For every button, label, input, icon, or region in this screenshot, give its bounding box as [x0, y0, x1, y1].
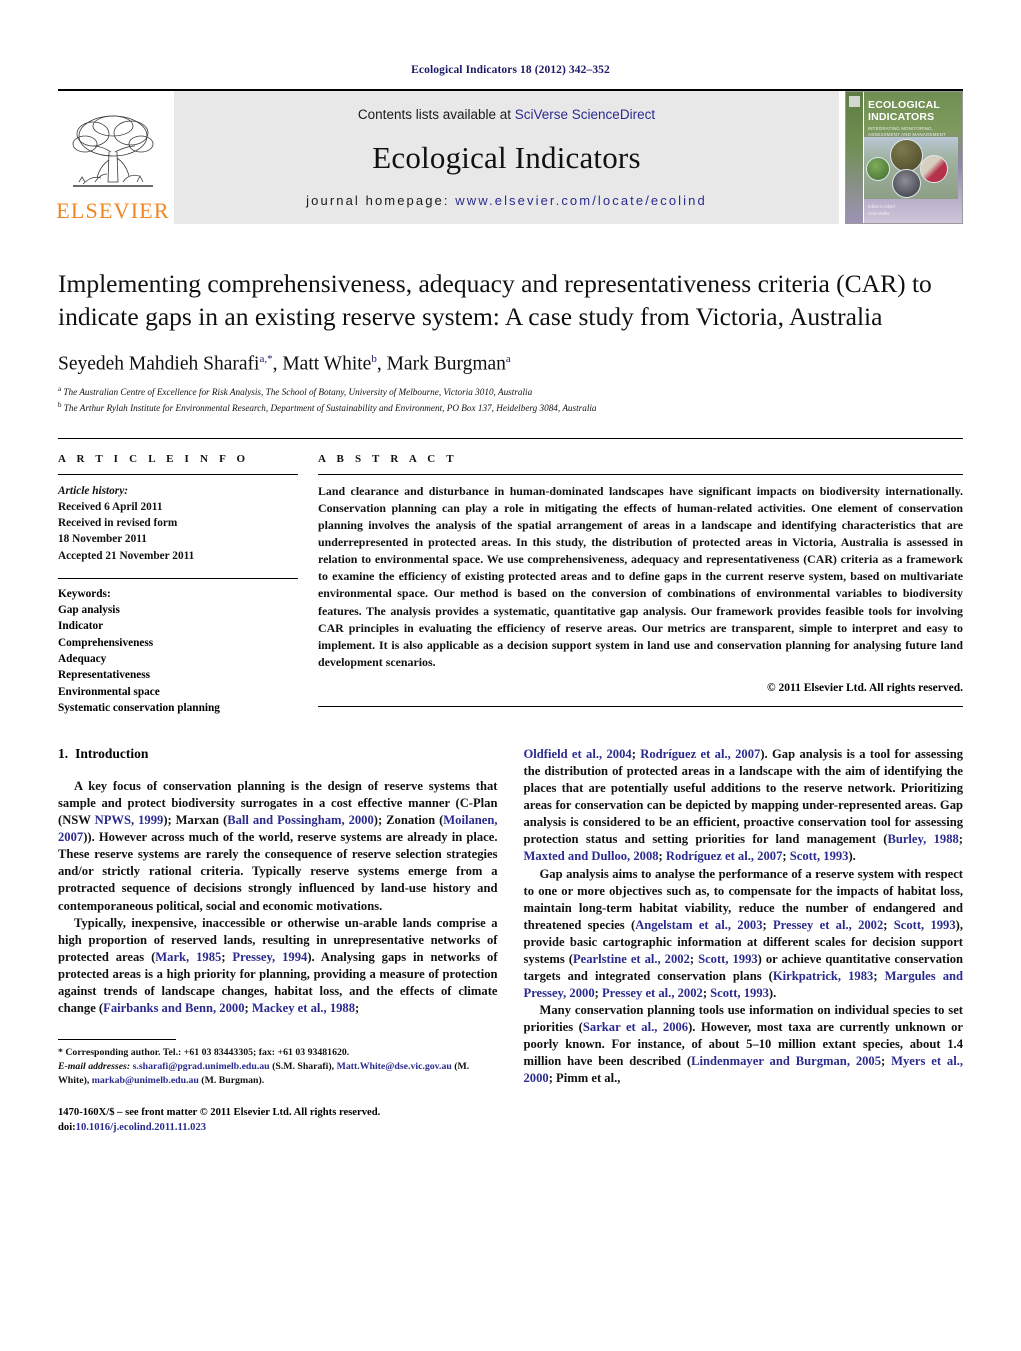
journal-masthead: ELSEVIER Contents lists available at Sci…	[56, 89, 963, 224]
abstract-column: A B S T R A C T Land clearance and distu…	[318, 453, 963, 716]
paragraph: Gap analysis aims to analyse the perform…	[523, 866, 964, 1000]
author-marks-2: b	[371, 352, 377, 365]
body-column-left: 1. Introduction A key focus of conservati…	[58, 746, 498, 1135]
cover-title: ECOLOGICAL INDICATORS	[868, 99, 958, 124]
keyword-item: Comprehensiveness	[58, 636, 154, 649]
history-item: Received 6 April 2011	[58, 500, 163, 513]
footnote-block: * Corresponding author. Tel.: +61 03 834…	[58, 1046, 498, 1089]
section-heading-introduction: 1. Introduction	[58, 746, 498, 762]
affiliation-text-a: The Australian Centre of Excellence for …	[63, 387, 533, 398]
email-link-2[interactable]: Matt.White@dse.vic.gov.au	[337, 1061, 452, 1072]
paper-page: Ecological Indicators 18 (2012) 342–352	[0, 0, 1021, 1351]
section-title: Introduction	[75, 746, 149, 762]
cover-title-line2: INDICATORS	[868, 110, 935, 123]
elsevier-wordmark: ELSEVIER	[56, 198, 170, 223]
journal-banner: Contents lists available at SciVerse Sci…	[174, 91, 839, 224]
running-head: Ecological Indicators 18 (2012) 342–352	[411, 64, 610, 76]
paragraph: A key focus of conservation planning is …	[58, 779, 498, 913]
doi-line: doi:10.1016/j.ecolind.2011.11.023	[58, 1120, 498, 1135]
divider	[318, 473, 963, 475]
affiliation-b: b The Arthur Rylah Institute for Environ…	[58, 400, 963, 416]
abstract-text: Land clearance and disturbance in human-…	[318, 483, 963, 670]
author-name-2: Matt White	[282, 353, 372, 375]
email-owner-3: (M. Burgman).	[198, 1075, 265, 1087]
homepage-link[interactable]: www.elsevier.com/locate/ecolind	[455, 193, 707, 208]
body-columns: 1. Introduction A key focus of conservati…	[58, 746, 963, 1135]
cover-footer: Editor-in-Chief Felix Müller	[868, 204, 895, 217]
info-abstract-section: A R T I C L E I N F O Article history: R…	[58, 437, 963, 716]
affiliation-a: a The Australian Centre of Excellence fo…	[58, 384, 963, 400]
email-label: E-mail addresses:	[58, 1061, 131, 1073]
journal-cover-thumbnail: ECOLOGICAL INDICATORS INTEGRATING MONITO…	[845, 91, 963, 224]
footnote-divider	[58, 1038, 176, 1040]
sciencedirect-link[interactable]: SciVerse ScienceDirect	[515, 107, 655, 122]
history-item: Accepted 21 November 2011	[58, 549, 195, 562]
copyright-line: © 2011 Elsevier Ltd. All rights reserved…	[767, 682, 963, 695]
keyword-item: Representativeness	[58, 669, 151, 682]
journal-title: Ecological Indicators	[372, 139, 641, 175]
author-name-3: Mark Burgman	[386, 353, 506, 375]
keyword-item: Adequacy	[58, 653, 107, 666]
section-number: 1.	[58, 746, 69, 762]
cover-circle-moss	[866, 157, 890, 181]
cover-circle-lichen	[890, 139, 923, 172]
affiliation-mark-b: b	[58, 400, 62, 409]
contents-line: Contents lists available at SciVerse Sci…	[358, 107, 655, 122]
contents-prefix: Contents lists available at	[357, 107, 515, 122]
title-block: Implementing comprehensiveness, adequacy…	[58, 268, 963, 416]
article-info-column: A R T I C L E I N F O Article history: R…	[58, 453, 298, 716]
body-column-right: Oldfield et al., 2004; Rodríguez et al.,…	[524, 746, 964, 1135]
email-link-1[interactable]: s.sharafi@pgrad.unimelb.edu.au	[133, 1061, 270, 1072]
author-marks-1: a,*	[259, 352, 273, 365]
history-item: Received in revised form	[58, 517, 178, 530]
cover-photo-collage	[864, 137, 958, 199]
divider	[318, 706, 963, 708]
keyword-item: Environmental space	[58, 685, 160, 698]
paragraph: Typically, inexpensive, inaccessible or …	[58, 915, 498, 1015]
article-history: Article history: Received 6 April 2011 R…	[58, 483, 298, 564]
paragraph: Oldfield et al., 2004; Rodríguez et al.,…	[523, 747, 964, 864]
keyword-item: Systematic conservation planning	[58, 701, 220, 714]
cover-circle-soil	[892, 169, 921, 198]
abstract-heading: A B S T R A C T	[318, 452, 458, 465]
history-item: 18 November 2011	[58, 533, 147, 546]
imprint-block: 1470-160X/$ – see front matter © 2011 El…	[58, 1105, 498, 1136]
cover-elsevier-mark-icon	[849, 96, 860, 107]
paragraph: Many conservation planning tools use inf…	[523, 1003, 964, 1086]
cover-footer-line2: Felix Müller	[868, 210, 890, 216]
email-owner-1: (S.M. Sharafi),	[269, 1061, 335, 1073]
keyword-item: Gap analysis	[58, 604, 120, 617]
homepage-prefix: journal homepage:	[306, 193, 456, 208]
elsevier-logo: ELSEVIER	[56, 91, 170, 224]
issn-line: 1470-160X/$ – see front matter © 2011 El…	[58, 1106, 381, 1118]
homepage-line: journal homepage: www.elsevier.com/locat…	[306, 193, 707, 208]
cover-spine	[846, 92, 864, 223]
cover-circle-instrument	[920, 155, 948, 183]
email-link-3[interactable]: markab@unimelb.edu.au	[92, 1075, 199, 1086]
author-list: Seyedeh Mahdieh Sharafia,*, Matt Whiteb,…	[58, 352, 511, 375]
cover-title-line1: ECOLOGICAL	[868, 99, 940, 111]
author-marks-3: a	[505, 352, 511, 365]
keywords-block: Keywords: Gap analysis Indicator Compreh…	[58, 586, 298, 716]
author-name-1: Seyedeh Mahdieh Sharafi	[58, 353, 260, 375]
divider	[58, 577, 298, 579]
cover-footer-line1: Editor-in-Chief	[868, 204, 895, 210]
affiliation-list: a The Australian Centre of Excellence fo…	[58, 384, 963, 415]
doi-link[interactable]: 10.1016/j.ecolind.2011.11.023	[76, 1122, 206, 1133]
keyword-item: Indicator	[58, 620, 104, 633]
elsevier-tree-icon	[72, 115, 154, 187]
email-note: E-mail addresses: s.sharafi@pgrad.unimel…	[58, 1060, 498, 1088]
article-history-label: Article history:	[58, 484, 128, 497]
affiliation-mark-a: a	[58, 385, 62, 394]
affiliation-text-b: The Arthur Rylah Institute for Environme…	[63, 403, 597, 414]
article-info-heading: A R T I C L E I N F O	[58, 452, 250, 465]
corresponding-author-note: * Corresponding author. Tel.: +61 03 834…	[58, 1046, 350, 1058]
doi-label: doi:	[58, 1121, 76, 1133]
keywords-label: Keywords:	[58, 587, 111, 600]
divider	[58, 473, 298, 475]
page-title: Implementing comprehensiveness, adequacy…	[58, 269, 932, 331]
